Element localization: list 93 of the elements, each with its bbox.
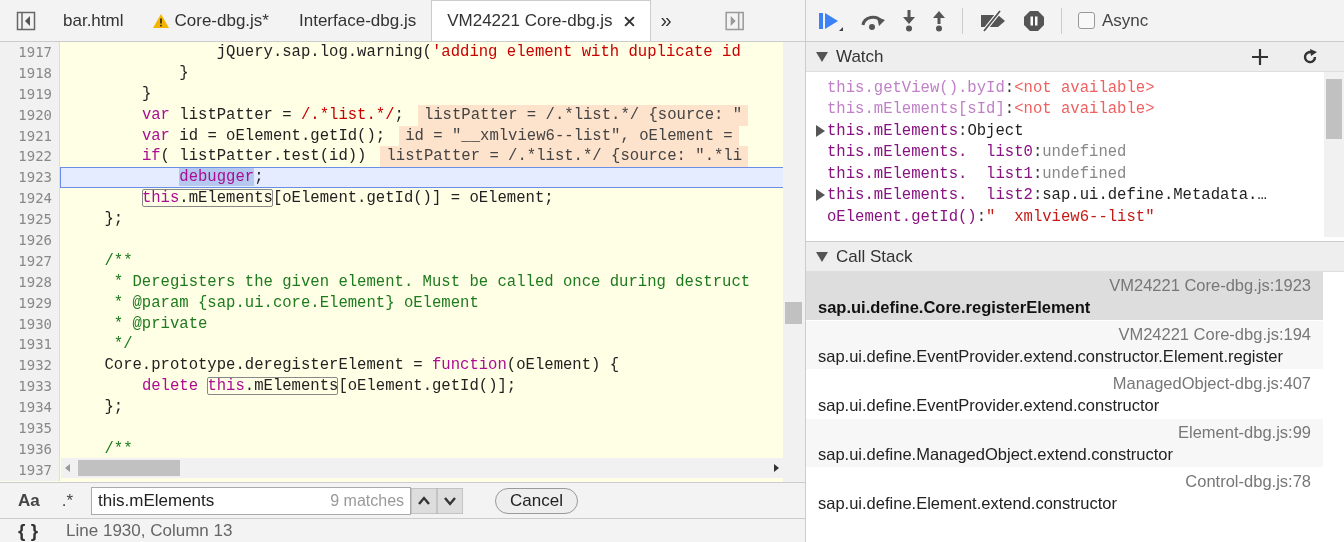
function-name: sap.ui.define.ManagedObject.extend.constructor xyxy=(818,444,1174,465)
vertical-scrollbar[interactable] xyxy=(1324,72,1344,237)
line-number: 1934 xyxy=(0,397,60,419)
pretty-print-button[interactable]: { } xyxy=(18,519,39,542)
horizontal-scrollbar[interactable] xyxy=(61,458,783,478)
function-name: sap.ui.define.Element.extend.constructor xyxy=(818,493,1118,514)
collapse-triangle-icon[interactable] xyxy=(816,51,828,62)
code-text: } xyxy=(140,83,152,105)
line-number: 1930 xyxy=(0,313,60,335)
line-number: 1925 xyxy=(0,209,60,230)
deactivate-breakpoints-icon[interactable] xyxy=(979,9,1007,32)
call-frame[interactable]: Element-dbg.js:99 sap.ui.define.ManagedObject.extend.constructor xyxy=(806,419,1323,468)
watch-expression: this.mElements. list2:sap.ui.define.Metadata.… xyxy=(827,186,1267,205)
more-tabs-button[interactable]: » xyxy=(660,9,672,32)
match-count: 9 matches xyxy=(330,491,405,510)
function-name: sap.ui.define.Core.registerElement xyxy=(818,297,1092,318)
section-title: Call Stack xyxy=(836,246,914,267)
watch-expression: this.mElements. list0:undefined xyxy=(827,143,1127,162)
code-text: var listPatter = /.*list.*/; xyxy=(140,104,404,126)
line-number: 1931 xyxy=(0,334,60,356)
code-text: /** xyxy=(103,438,133,460)
vertical-scrollbar[interactable] xyxy=(783,42,805,482)
cursor-position: Line 1930, Column 13 xyxy=(66,520,233,541)
code-text: var id = oElement.getId(); xyxy=(140,125,386,147)
function-name: sap.ui.define.EventProvider.extend.constructor xyxy=(818,395,1161,416)
step-into-icon[interactable] xyxy=(902,9,916,32)
line-number: 1917 xyxy=(0,42,60,63)
match-case-toggle[interactable]: Aa xyxy=(18,490,40,511)
line-number: 1921 xyxy=(0,125,60,147)
watch-expression: this.mElements[sId]:<not available> xyxy=(827,100,1155,119)
previous-match-button[interactable] xyxy=(411,487,438,514)
async-checkbox[interactable] xyxy=(1078,12,1095,29)
code-text: /** xyxy=(103,250,133,272)
watch-expression: this.mElements:Object xyxy=(827,121,1024,140)
pause-on-exceptions-icon[interactable] xyxy=(1023,9,1045,32)
cancel-button[interactable]: Cancel xyxy=(495,487,578,514)
code-text: }; xyxy=(103,397,124,419)
frame-location[interactable]: ManagedObject-dbg.js:407 xyxy=(818,372,1311,394)
line-number: 1924 xyxy=(0,188,60,210)
code-text: * Deregisters the given element. Must be called once during destruct xyxy=(112,271,751,293)
frame-location[interactable]: Control-dbg.js:78 xyxy=(818,470,1311,492)
code-text: this.mElements[oElement.getId()] = oElement; xyxy=(140,188,554,210)
file-tab[interactable]: Core-dbg.js* xyxy=(138,0,284,41)
code-text: } xyxy=(178,62,189,84)
code-text: * @private xyxy=(112,313,208,335)
call-frame[interactable]: VM24221 Core-dbg.js:1923 sap.ui.define.Core.registerElement xyxy=(806,272,1323,321)
line-number: 1926 xyxy=(0,230,60,251)
file-tab[interactable]: bar.html xyxy=(48,0,139,41)
next-match-button[interactable] xyxy=(437,487,464,514)
line-number: 1933 xyxy=(0,376,60,398)
code-text: */ xyxy=(112,334,133,356)
line-number: 1927 xyxy=(0,250,60,272)
line-number: 1920 xyxy=(0,104,60,126)
line-number: 1923 xyxy=(0,167,60,189)
line-number: 1928 xyxy=(0,271,60,293)
close-icon[interactable] xyxy=(623,15,635,27)
line-number: 1936 xyxy=(0,438,60,460)
code-text: jQuery.sap.log.warning('adding element with duplicate id xyxy=(215,42,741,63)
line-number: 1935 xyxy=(0,418,60,439)
watch-expression: this.mElements. list1:undefined xyxy=(827,164,1127,183)
line-number: 1922 xyxy=(0,146,60,168)
expand-triangle-icon[interactable] xyxy=(816,189,825,202)
function-name: sap.ui.define.EventProvider.extend.constructor.Element.register xyxy=(818,346,1284,367)
add-icon[interactable] xyxy=(1252,48,1268,65)
line-number: 1937 xyxy=(0,459,60,481)
code-text: * @param {sap.ui.core.Element} oElement xyxy=(112,292,479,314)
inline-value: listPatter = /.*list.*/ {source: " xyxy=(417,104,749,126)
file-tab[interactable]: Interface-dbg.js xyxy=(284,0,432,41)
code-text: delete this.mElements[oElement.getId()]; xyxy=(140,376,517,398)
file-tab[interactable]: VM24221 Core-dbg.js xyxy=(431,0,651,41)
line-number: 1929 xyxy=(0,292,60,314)
line-number: 1918 xyxy=(0,62,60,84)
toggle-navigator-icon[interactable] xyxy=(16,10,36,31)
code-text: }; xyxy=(103,209,124,230)
inline-value: id = "__xmlview6--list", oElement = xyxy=(399,125,739,147)
line-number: 1932 xyxy=(0,355,60,377)
frame-location[interactable]: Element-dbg.js:99 xyxy=(818,421,1311,443)
inline-value: listPatter = /.*list.*/ {source: ".*li xyxy=(380,146,749,168)
watch-expression: oElement.getId():" xmlview6--list" xyxy=(827,207,1155,226)
search-field[interactable]: this.mElements 9 matches xyxy=(91,486,412,515)
regex-toggle[interactable]: .* xyxy=(61,490,74,511)
section-title: Watch xyxy=(836,46,885,67)
expand-triangle-icon[interactable] xyxy=(816,124,825,137)
async-label: Async xyxy=(1102,10,1149,31)
code-text: Core.prototype.deregisterElement = function(oElement) { xyxy=(103,355,620,377)
refresh-icon[interactable] xyxy=(1302,48,1318,65)
code-text: if( listPatter.test(id)) xyxy=(140,146,367,168)
line-number: 1919 xyxy=(0,83,60,105)
call-frame[interactable]: VM24221 Core-dbg.js:194 sap.ui.define.EventProvider.extend.constructor.Element.register xyxy=(806,321,1323,370)
frame-location[interactable]: VM24221 Core-dbg.js:194 xyxy=(818,323,1311,345)
step-out-icon[interactable] xyxy=(932,9,946,32)
watch-expression: this.getView().byId:<not available> xyxy=(827,78,1155,97)
collapse-triangle-icon[interactable] xyxy=(816,251,828,262)
